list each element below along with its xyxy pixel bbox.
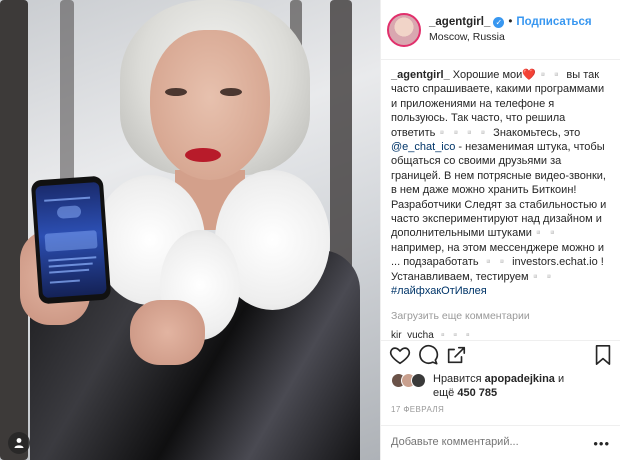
liker-username-link[interactable]: apopadejkina bbox=[485, 373, 555, 385]
post-details-panel: _agentgirl_ ✓ • Подписаться Moscow, Russ… bbox=[380, 0, 620, 460]
tree-trunk bbox=[0, 0, 28, 460]
hand bbox=[130, 300, 205, 365]
likes-text: Нравится apopadejkina и ещё 450 785 bbox=[433, 372, 593, 400]
avatar[interactable] bbox=[387, 12, 421, 47]
add-comment-input[interactable] bbox=[391, 436, 571, 448]
more-options-icon[interactable]: ••• bbox=[593, 436, 610, 451]
divider bbox=[381, 340, 620, 341]
post-caption: _agentgirl_ Хорошие мои❤️▫️▫️ вы так час… bbox=[391, 68, 613, 299]
eye bbox=[165, 88, 187, 96]
separator-dot: • bbox=[508, 15, 513, 28]
username-link[interactable]: _agentgirl_ bbox=[429, 15, 490, 30]
post-container: _agentgirl_ ✓ • Подписаться Moscow, Russ… bbox=[0, 0, 620, 460]
location-link[interactable]: Moscow, Russia bbox=[429, 30, 592, 45]
person-icon bbox=[14, 438, 24, 448]
eye bbox=[220, 88, 242, 96]
post-date[interactable]: 17 ФЕВРАЛЯ bbox=[391, 405, 444, 414]
partial-comment: kir_yucha ▫️▫️▫️ bbox=[391, 330, 474, 338]
share-icon[interactable] bbox=[445, 344, 467, 366]
likes-and: и bbox=[554, 373, 565, 385]
mention-link[interactable]: @e_chat_ico bbox=[391, 141, 455, 153]
likes-section: Нравится apopadejkina и ещё 450 785 bbox=[391, 372, 593, 400]
divider bbox=[381, 425, 620, 426]
tree-trunk bbox=[60, 0, 74, 200]
likes-prefix: Нравится bbox=[433, 373, 485, 385]
likes-count-link[interactable]: 450 785 bbox=[457, 387, 497, 399]
action-bar bbox=[389, 344, 615, 368]
liker-avatars[interactable] bbox=[391, 373, 426, 388]
likes-more-prefix: ещё bbox=[433, 387, 458, 399]
caption-username[interactable]: _agentgirl_ bbox=[391, 69, 450, 81]
verified-badge-icon: ✓ bbox=[493, 16, 505, 28]
follow-button[interactable]: Подписаться bbox=[516, 15, 591, 30]
load-more-comments-button[interactable]: Загрузить еще комментарии bbox=[391, 310, 530, 322]
phone-screen bbox=[35, 181, 107, 299]
post-photo[interactable] bbox=[0, 0, 380, 460]
avatar bbox=[411, 373, 426, 388]
post-header: _agentgirl_ ✓ • Подписаться Moscow, Russ… bbox=[381, 0, 620, 60]
caption-text: - незаменимая штука, чтобы общаться со с… bbox=[391, 141, 607, 283]
bookmark-icon[interactable] bbox=[593, 344, 613, 366]
comment-bubble-icon[interactable] bbox=[417, 344, 439, 366]
lips bbox=[185, 148, 221, 162]
heart-icon[interactable] bbox=[389, 344, 411, 366]
smartphone bbox=[30, 175, 112, 305]
hashtag-link[interactable]: #лайфхакОтИвлея bbox=[391, 285, 487, 297]
user-tag-button[interactable] bbox=[8, 432, 30, 454]
